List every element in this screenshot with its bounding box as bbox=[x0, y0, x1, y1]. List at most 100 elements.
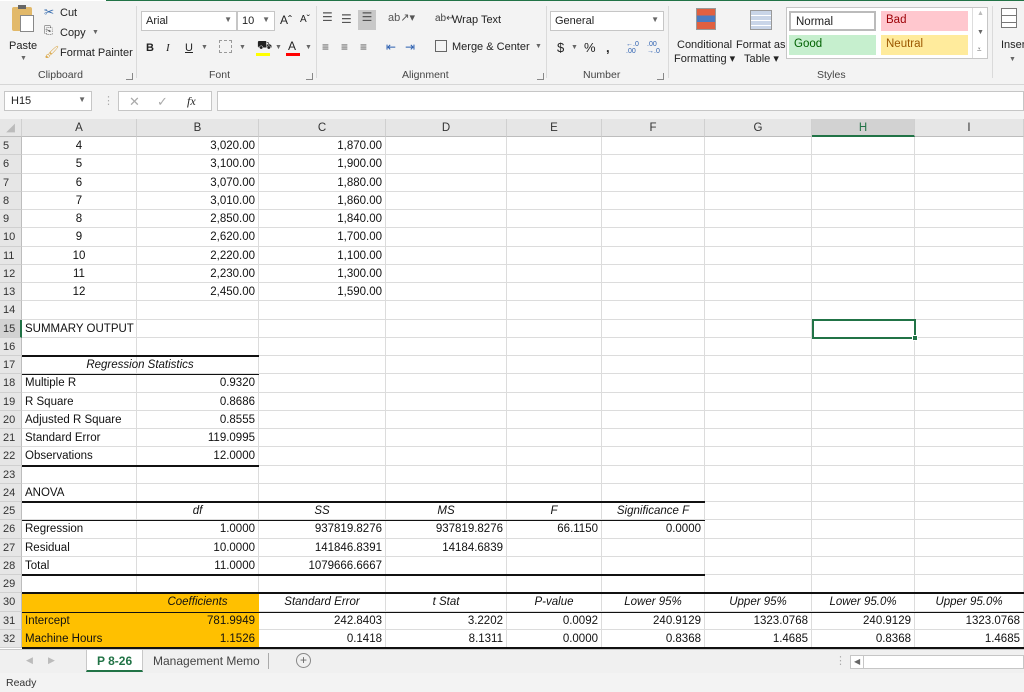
cell[interactable] bbox=[812, 447, 915, 466]
cell-C26[interactable]: 937819.8276 bbox=[259, 520, 386, 538]
cell[interactable] bbox=[259, 575, 386, 594]
comma-button[interactable]: , bbox=[606, 40, 610, 55]
cell[interactable] bbox=[602, 392, 705, 411]
cell[interactable] bbox=[915, 502, 1024, 521]
row-header-23[interactable]: 23 bbox=[0, 465, 22, 484]
cell[interactable] bbox=[812, 465, 915, 484]
scroll-down-icon[interactable]: ▼ bbox=[977, 29, 984, 36]
cell-F26[interactable]: 0.0000 bbox=[602, 520, 705, 538]
cell[interactable] bbox=[602, 356, 705, 375]
cell[interactable] bbox=[705, 410, 812, 429]
row-header-18[interactable]: 18 bbox=[0, 374, 22, 393]
cell[interactable] bbox=[812, 538, 915, 557]
spreadsheet-grid[interactable]: ◢ A B C D E F G H I 5 6 7 8 9 10 11 12 13 14 15 16 17 18 19 20 21 2… bbox=[0, 119, 1024, 649]
cell[interactable] bbox=[705, 301, 812, 320]
cell[interactable] bbox=[386, 337, 507, 356]
cell[interactable] bbox=[259, 337, 386, 356]
row-header-25[interactable]: 25 bbox=[0, 502, 22, 521]
cell-B5[interactable]: 3,020.00 bbox=[137, 137, 259, 155]
row-header-12[interactable]: 12 bbox=[0, 264, 22, 283]
align-left-button[interactable]: ≡ bbox=[322, 40, 329, 54]
cell[interactable] bbox=[915, 210, 1024, 229]
cell-B26[interactable]: 1.0000 bbox=[137, 520, 259, 538]
row-header-27[interactable]: 27 bbox=[0, 538, 22, 557]
cell[interactable] bbox=[812, 429, 915, 448]
cell[interactable] bbox=[507, 301, 602, 320]
cell-C8[interactable]: 1,860.00 bbox=[259, 192, 386, 210]
enter-icon[interactable]: ✓ bbox=[157, 94, 168, 110]
sheet-tab-management-memo[interactable]: Management Memo bbox=[143, 650, 270, 672]
font-name-select[interactable]: Arial ▼ bbox=[141, 11, 237, 31]
cell[interactable] bbox=[386, 429, 507, 448]
cell[interactable] bbox=[602, 155, 705, 174]
column-header-i[interactable]: I bbox=[915, 119, 1024, 137]
cell-G30[interactable]: Upper 95% bbox=[705, 593, 812, 611]
cell[interactable] bbox=[386, 356, 507, 375]
cell-C25[interactable]: SS bbox=[259, 502, 386, 520]
insert-cells-button[interactable]: Insert ▼ bbox=[998, 6, 1024, 66]
row-header-31[interactable]: 31 bbox=[0, 611, 22, 630]
cell[interactable] bbox=[915, 246, 1024, 265]
cell-A9[interactable]: 8 bbox=[22, 210, 137, 228]
column-header-e[interactable]: E bbox=[507, 119, 602, 137]
cell[interactable] bbox=[705, 264, 812, 283]
cell-A28[interactable]: Total bbox=[22, 557, 137, 575]
cell[interactable] bbox=[602, 228, 705, 247]
style-normal[interactable]: Normal bbox=[789, 11, 876, 31]
cell[interactable] bbox=[507, 374, 602, 393]
cell-C5[interactable]: 1,870.00 bbox=[259, 137, 386, 155]
cell-B28[interactable]: 11.0000 bbox=[137, 557, 259, 575]
add-sheet-button[interactable]: + bbox=[296, 653, 311, 668]
cell-A10[interactable]: 9 bbox=[22, 228, 137, 246]
column-header-f[interactable]: F bbox=[602, 119, 705, 137]
row-header-17[interactable]: 17 bbox=[0, 356, 22, 375]
sheet-tab-p8-26[interactable]: P 8-26 bbox=[86, 650, 144, 672]
cell[interactable] bbox=[705, 429, 812, 448]
cell-A12[interactable]: 11 bbox=[22, 265, 137, 283]
cell[interactable] bbox=[507, 337, 602, 356]
cell[interactable] bbox=[915, 264, 1024, 283]
cell[interactable] bbox=[705, 520, 812, 539]
scroll-tabs-right-icon[interactable]: ▶ bbox=[48, 655, 55, 666]
cell[interactable] bbox=[22, 337, 137, 356]
cell[interactable] bbox=[507, 264, 602, 283]
row-header-8[interactable]: 8 bbox=[0, 191, 22, 210]
cell-D28[interactable] bbox=[386, 557, 507, 575]
cell[interactable] bbox=[812, 520, 915, 539]
cell-C10[interactable]: 1,700.00 bbox=[259, 228, 386, 246]
cell[interactable] bbox=[507, 483, 602, 502]
fill-color-dropdown-icon[interactable]: ▼ bbox=[275, 44, 282, 51]
cell[interactable] bbox=[705, 392, 812, 411]
cell-A8[interactable]: 7 bbox=[22, 192, 137, 210]
cell[interactable] bbox=[705, 319, 812, 338]
row-header-29[interactable]: 29 bbox=[0, 575, 22, 594]
cell[interactable] bbox=[507, 410, 602, 429]
cell[interactable] bbox=[705, 137, 812, 156]
cell[interactable] bbox=[602, 319, 705, 338]
italic-button[interactable]: I bbox=[166, 42, 170, 54]
cell[interactable] bbox=[705, 283, 812, 302]
cell[interactable] bbox=[507, 210, 602, 229]
cell[interactable] bbox=[705, 337, 812, 356]
cell-B19[interactable]: 0.8686 bbox=[137, 393, 259, 411]
align-top-button[interactable]: ☰ bbox=[322, 10, 333, 24]
cell-B6[interactable]: 3,100.00 bbox=[137, 155, 259, 173]
cell[interactable] bbox=[812, 173, 915, 192]
cell[interactable] bbox=[602, 246, 705, 265]
cell-I32[interactable]: 1.4685 bbox=[915, 630, 1024, 648]
cell-D26[interactable]: 937819.8276 bbox=[386, 520, 507, 538]
cell[interactable] bbox=[22, 465, 137, 484]
row-header-16[interactable]: 16 bbox=[0, 337, 22, 356]
cell-B30[interactable]: Coefficients bbox=[137, 593, 259, 611]
cell-F27[interactable] bbox=[602, 539, 705, 557]
cell[interactable] bbox=[915, 319, 1024, 338]
cell-A6[interactable]: 5 bbox=[22, 155, 137, 173]
styles-scrollbar[interactable]: ▲ ▼ ⩡ bbox=[972, 8, 987, 58]
number-dialog-launcher[interactable] bbox=[657, 73, 664, 80]
row-header-20[interactable]: 20 bbox=[0, 410, 22, 429]
scroll-tabs-left-icon[interactable]: ◀ bbox=[26, 655, 33, 666]
cell-E25[interactable]: F bbox=[507, 502, 602, 520]
splitter-handle[interactable]: ⋮ bbox=[835, 654, 846, 667]
row-header-26[interactable]: 26 bbox=[0, 520, 22, 539]
cell[interactable] bbox=[507, 246, 602, 265]
